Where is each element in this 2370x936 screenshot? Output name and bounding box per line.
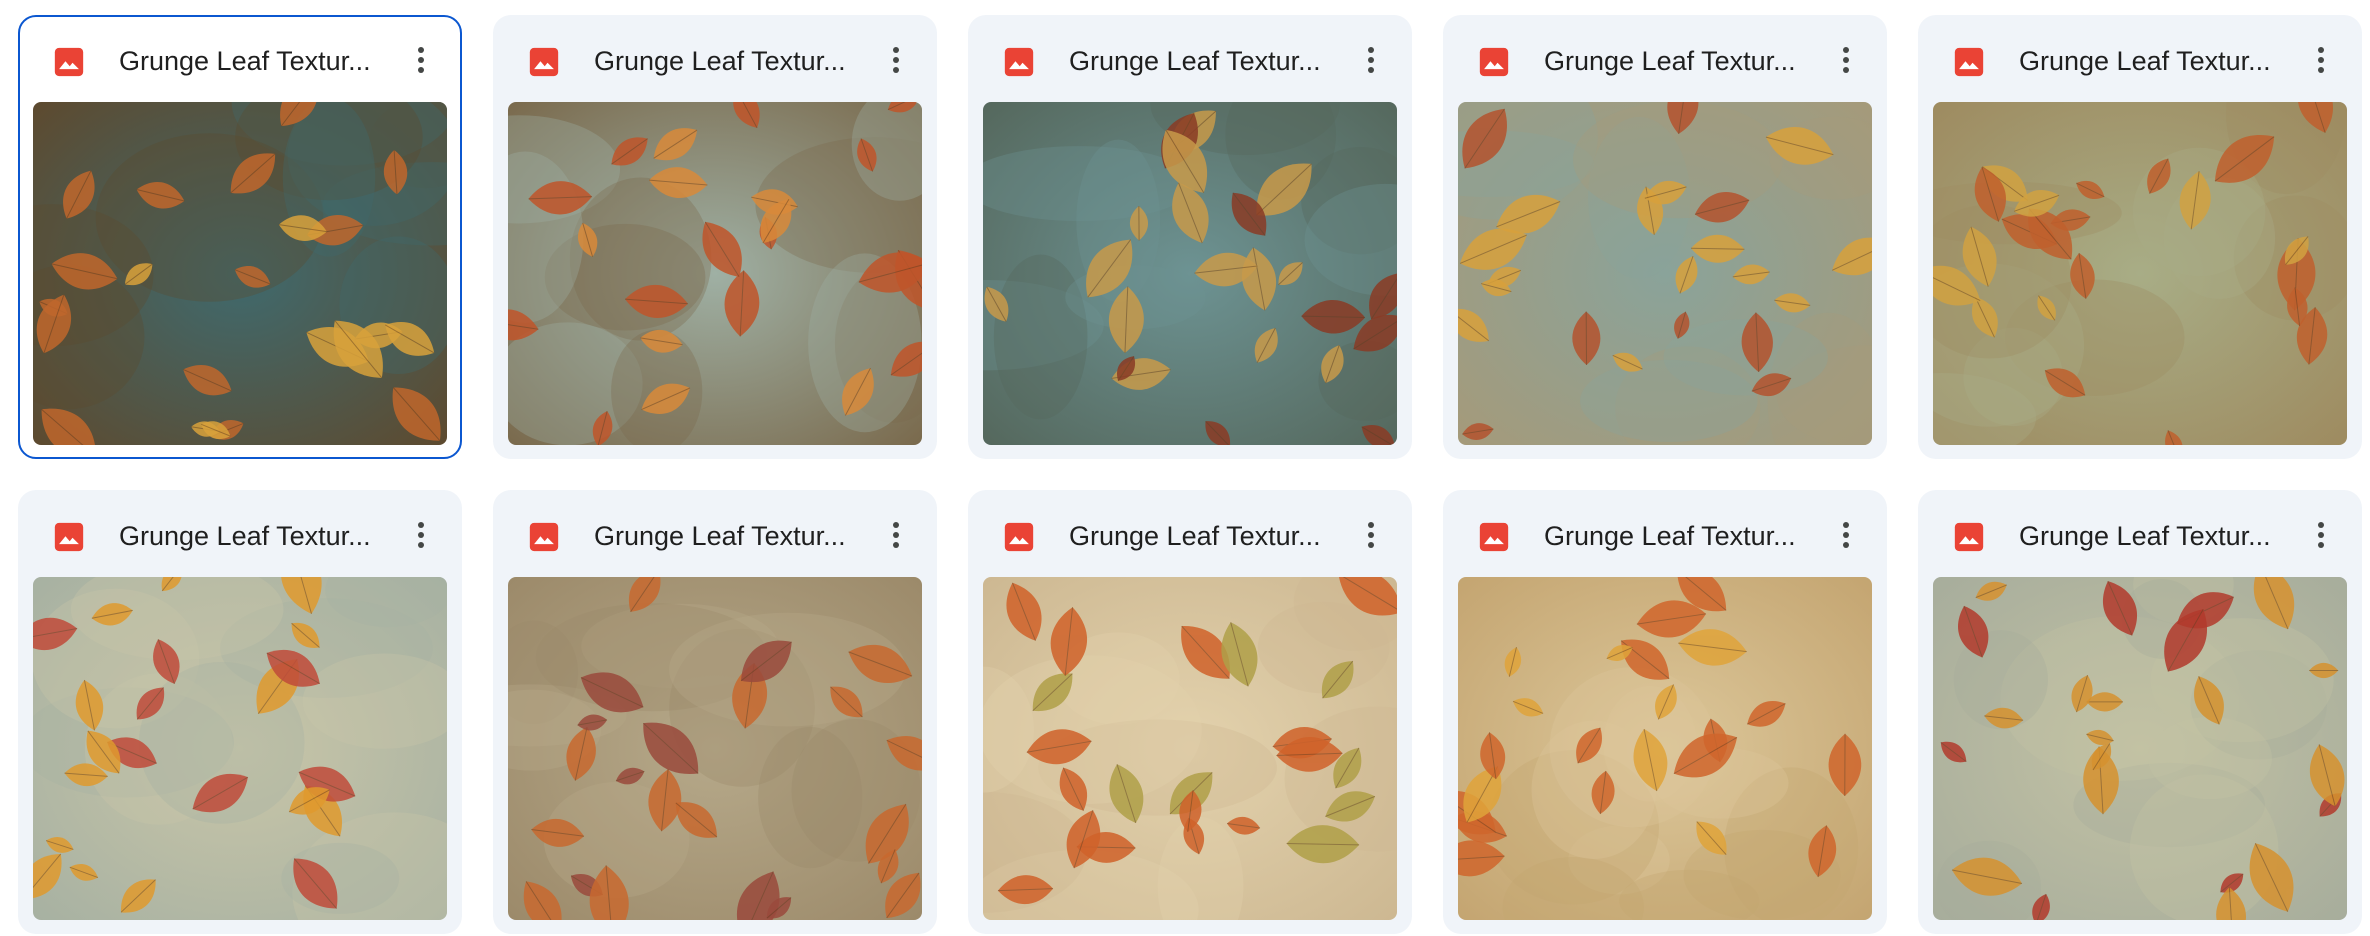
file-thumbnail[interactable] [1458,102,1872,445]
file-thumbnail[interactable] [983,102,1397,445]
file-title: Grunge Leaf Textur... [1069,46,1321,76]
image-file-icon [54,47,84,77]
thumbnail-image [508,577,922,920]
file-card[interactable]: Grunge Leaf Textur... [18,15,462,459]
file-thumbnail[interactable] [33,102,447,445]
more-actions-button[interactable] [1348,37,1394,83]
file-title: Grunge Leaf Textur... [594,521,846,551]
file-thumbnail[interactable] [508,102,922,445]
image-file-icon [1954,522,1984,552]
file-title: Grunge Leaf Textur... [119,521,371,551]
thumbnail-image [33,102,447,445]
thumbnail-image [1458,577,1872,920]
file-title: Grunge Leaf Textur... [594,46,846,76]
file-card[interactable]: Grunge Leaf Textur... [968,490,1412,934]
file-card[interactable]: Grunge Leaf Textur... [1918,490,2362,934]
file-card-header: Grunge Leaf Textur... [968,15,1412,101]
file-card[interactable]: Grunge Leaf Textur... [968,15,1412,459]
file-thumbnail[interactable] [1933,102,2347,445]
file-card[interactable]: Grunge Leaf Textur... [1443,490,1887,934]
file-grid: Grunge Leaf Textur... Grunge Leaf Textur.… [18,15,2362,934]
image-file-icon [1004,47,1034,77]
more-actions-button[interactable] [873,512,919,558]
file-title: Grunge Leaf Textur... [1544,46,1796,76]
more-actions-button[interactable] [1348,512,1394,558]
thumbnail-image [508,102,922,445]
file-card[interactable]: Grunge Leaf Textur... [18,490,462,934]
image-file-icon [1479,522,1509,552]
file-title: Grunge Leaf Textur... [119,46,371,76]
image-file-icon [529,522,559,552]
thumbnail-image [1933,577,2347,920]
file-card-header: Grunge Leaf Textur... [1443,15,1887,101]
file-card-header: Grunge Leaf Textur... [968,490,1412,576]
file-card-header: Grunge Leaf Textur... [18,490,462,576]
more-actions-button[interactable] [1823,512,1869,558]
file-card-header: Grunge Leaf Textur... [493,15,937,101]
thumbnail-image [1458,102,1872,445]
image-file-icon [529,47,559,77]
file-card-header: Grunge Leaf Textur... [1918,15,2362,101]
more-actions-button[interactable] [398,37,444,83]
file-card[interactable]: Grunge Leaf Textur... [1918,15,2362,459]
thumbnail-image [33,577,447,920]
file-card[interactable]: Grunge Leaf Textur... [493,15,937,459]
file-thumbnail[interactable] [508,577,922,920]
image-file-icon [1954,47,1984,77]
file-card-header: Grunge Leaf Textur... [18,15,458,101]
more-actions-button[interactable] [398,512,444,558]
more-actions-button[interactable] [2298,37,2344,83]
file-title: Grunge Leaf Textur... [1544,521,1796,551]
thumbnail-image [983,102,1397,445]
file-thumbnail[interactable] [1458,577,1872,920]
file-title: Grunge Leaf Textur... [1069,521,1321,551]
thumbnail-image [1933,102,2347,445]
image-file-icon [54,522,84,552]
image-file-icon [1479,47,1509,77]
file-title: Grunge Leaf Textur... [2019,46,2271,76]
file-thumbnail[interactable] [1933,577,2347,920]
more-actions-button[interactable] [873,37,919,83]
image-file-icon [1004,522,1034,552]
file-title: Grunge Leaf Textur... [2019,521,2271,551]
file-card-header: Grunge Leaf Textur... [493,490,937,576]
more-actions-button[interactable] [1823,37,1869,83]
file-thumbnail[interactable] [983,577,1397,920]
more-actions-button[interactable] [2298,512,2344,558]
file-card[interactable]: Grunge Leaf Textur... [493,490,937,934]
file-card-header: Grunge Leaf Textur... [1918,490,2362,576]
file-card-header: Grunge Leaf Textur... [1443,490,1887,576]
thumbnail-image [983,577,1397,920]
file-card[interactable]: Grunge Leaf Textur... [1443,15,1887,459]
file-thumbnail[interactable] [33,577,447,920]
